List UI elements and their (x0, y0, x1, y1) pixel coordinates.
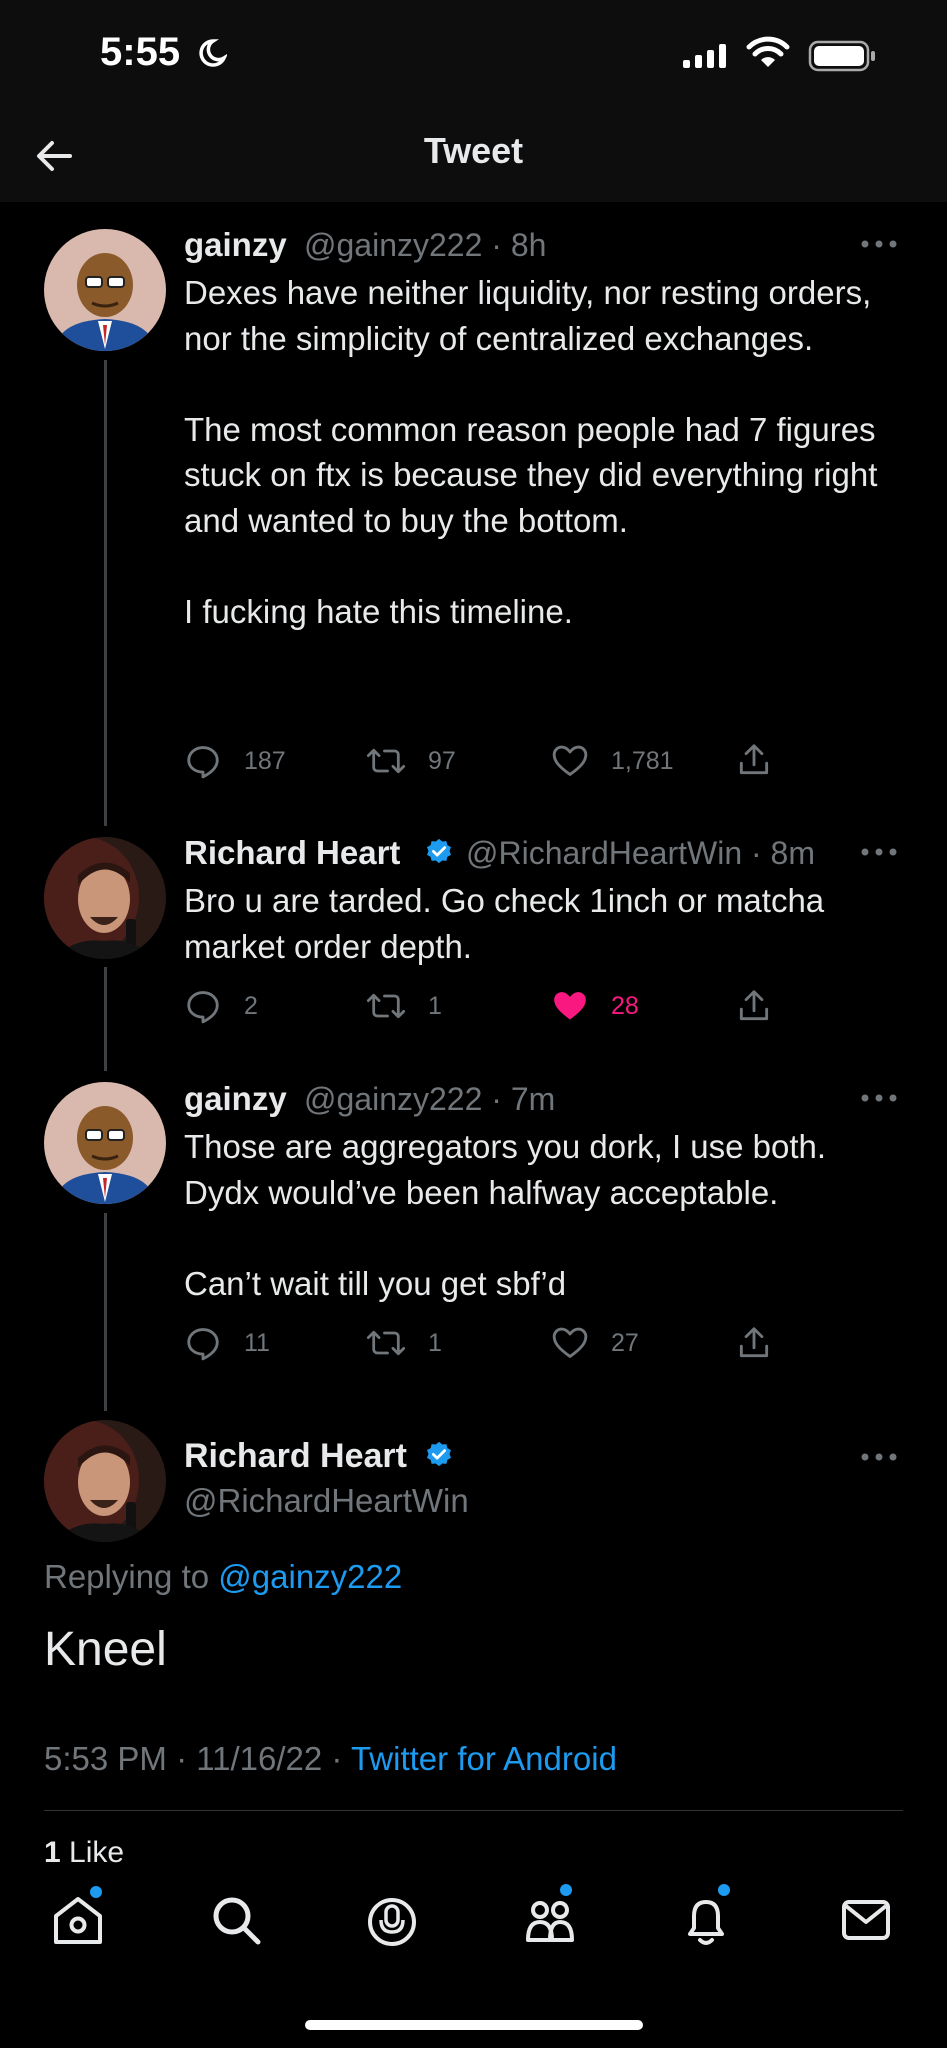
tweet-paragraph: The most common reason people had 7 figu… (184, 410, 878, 539)
thread-connector (104, 360, 107, 826)
spaces-icon[interactable] (362, 1890, 422, 1950)
like-count: 28 (611, 991, 639, 1020)
retweet-button[interactable]: 1 (366, 1324, 442, 1362)
search-icon[interactable] (206, 1890, 266, 1950)
verified-badge-icon (427, 838, 451, 864)
likes-summary[interactable]: 1 Like (44, 1836, 124, 1870)
communities-icon[interactable] (520, 1890, 580, 1950)
avatar-gainzy[interactable] (44, 229, 166, 351)
author-name[interactable]: Richard Heart (184, 1437, 407, 1476)
home-indicator[interactable] (305, 2020, 643, 2030)
share-icon[interactable] (735, 1324, 773, 1362)
more-options-icon[interactable] (859, 234, 899, 254)
author-name[interactable]: Richard Heart (184, 834, 400, 872)
tweet-paragraph: Bro u are tarded. Go check 1inch or matc… (184, 882, 825, 965)
replying-to: Replying to @gainzy222 (44, 1558, 402, 1596)
retweet-button[interactable]: 1 (366, 987, 442, 1025)
messages-icon[interactable] (836, 1890, 896, 1950)
like-button[interactable]: 1,781 (551, 742, 674, 780)
notifications-icon[interactable] (676, 1890, 736, 1950)
nav-header: Tweet (0, 110, 947, 202)
reply-button[interactable]: 187 (184, 742, 286, 780)
share-icon[interactable] (735, 741, 773, 779)
more-options-icon[interactable] (859, 842, 899, 862)
tweet-text: Those are aggregators you dork, I use bo… (184, 1124, 904, 1306)
tweet-paragraph: Dexes have neither liquidity, nor restin… (184, 274, 872, 357)
retweet-count: 97 (428, 746, 456, 775)
tweet-paragraph: Those are aggregators you dork, I use bo… (184, 1128, 827, 1211)
heart-icon (552, 1327, 588, 1358)
tweet-text: Bro u are tarded. Go check 1inch or matc… (184, 878, 904, 969)
replying-to-link[interactable]: @gainzy222 (218, 1558, 402, 1595)
reply-icon (187, 746, 219, 779)
heart-icon (552, 745, 588, 776)
likes-number: 1 (44, 1836, 61, 1869)
moon-icon (199, 39, 227, 67)
tweet-source-link[interactable]: Twitter for Android (351, 1740, 617, 1777)
handle-text: @gainzy222 (304, 1081, 483, 1117)
reply-icon (187, 991, 219, 1024)
wifi-icon (746, 36, 790, 67)
author-handle[interactable]: @RichardHeartWin · 8m (466, 835, 815, 872)
reply-icon (187, 1328, 219, 1361)
tweet-timestamp: 5:53 PM · 11/16/22 · (44, 1740, 343, 1777)
reply-button[interactable]: 2 (184, 987, 258, 1025)
status-bar: 5:55 (0, 0, 947, 110)
like-button[interactable]: 27 (551, 1324, 639, 1362)
like-count: 27 (611, 1328, 639, 1357)
retweet-icon (366, 1330, 406, 1356)
heart-filled-icon (554, 992, 586, 1020)
reply-count: 11 (244, 1328, 270, 1357)
avatar-richard-heart[interactable] (44, 1420, 166, 1542)
author-name[interactable]: gainzy (184, 226, 287, 264)
handle-text: @gainzy222 (304, 227, 483, 263)
likes-label: Like (69, 1836, 125, 1869)
status-time: 5:55 (100, 30, 181, 74)
tweet-metadata: 5:53 PM · 11/16/22 · Twitter for Android (44, 1740, 617, 1778)
avatar-gainzy[interactable] (44, 1082, 166, 1204)
cellular-signal-icon (683, 44, 726, 68)
retweet-icon (366, 748, 406, 774)
home-notification-dot (90, 1886, 102, 1898)
avatar-richard-heart[interactable] (44, 837, 166, 959)
battery-icon (808, 40, 875, 72)
tweet-paragraph: Can’t wait till you get sbf’d (184, 1264, 567, 1302)
page-title: Tweet (423, 130, 524, 171)
retweet-count: 1 (428, 1328, 442, 1357)
tweet-paragraph: I fucking hate this timeline. (184, 592, 573, 630)
author-name[interactable]: gainzy (184, 1080, 287, 1118)
author-handle[interactable]: @gainzy222 · 7m (304, 1081, 555, 1118)
retweet-count: 1 (428, 991, 442, 1020)
communities-notification-dot (560, 1884, 572, 1896)
share-icon[interactable] (735, 987, 773, 1025)
more-options-icon[interactable] (859, 1447, 899, 1467)
tweet-time: 8h (510, 227, 547, 263)
divider (44, 1810, 903, 1811)
reply-button[interactable]: 11 (184, 1324, 270, 1362)
notifications-dot (718, 1884, 730, 1896)
replying-prefix: Replying to (44, 1558, 210, 1595)
tweet-time: 8m (770, 835, 815, 871)
tweet-text: Dexes have neither liquidity, nor restin… (184, 270, 904, 634)
reply-count: 2 (244, 991, 258, 1020)
like-count: 1,781 (611, 746, 674, 775)
thread-connector (104, 967, 107, 1071)
main-tweet-text: Kneel (44, 1623, 167, 1676)
home-icon[interactable] (48, 1890, 108, 1950)
retweet-icon (366, 993, 406, 1019)
author-handle[interactable]: @RichardHeartWin (184, 1482, 469, 1520)
handle-text: @RichardHeartWin (466, 835, 743, 871)
verified-badge-icon (427, 1441, 451, 1467)
thread-connector (104, 1213, 107, 1411)
retweet-button[interactable]: 97 (366, 742, 456, 780)
reply-count: 187 (244, 746, 286, 775)
more-options-icon[interactable] (859, 1088, 899, 1108)
author-handle[interactable]: @gainzy222 · 8h (304, 227, 546, 264)
like-button[interactable]: 28 (551, 987, 639, 1025)
tweet-time: 7m (510, 1081, 556, 1117)
